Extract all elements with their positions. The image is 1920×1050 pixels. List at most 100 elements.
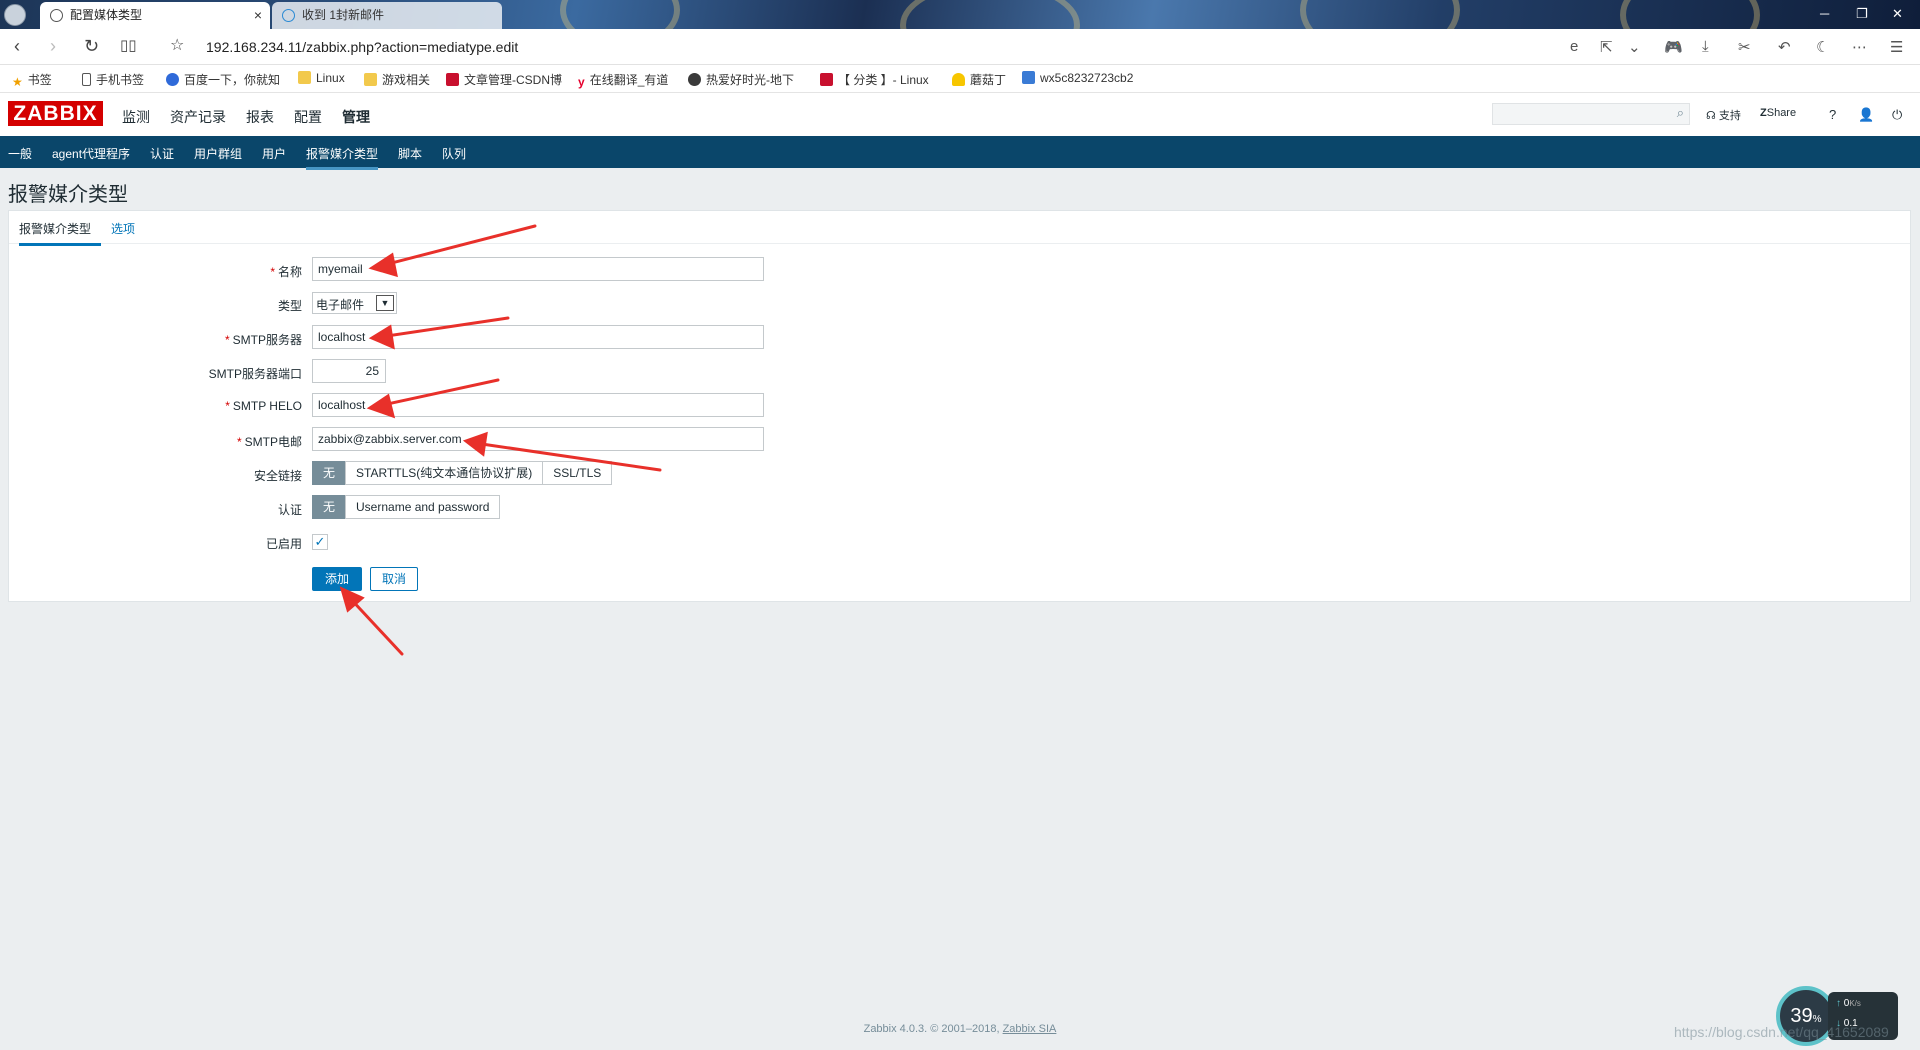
chevron-down-icon[interactable]: ⌄ bbox=[1628, 38, 1641, 56]
add-button[interactable]: 添加 bbox=[312, 567, 362, 591]
reader-icon[interactable]: ▯▯ bbox=[120, 37, 137, 55]
bookmark-item[interactable]: 游戏相关 bbox=[364, 71, 430, 88]
smtp-port-input[interactable]: 25 bbox=[312, 359, 386, 383]
subnav-scripts[interactable]: 脚本 bbox=[398, 145, 422, 162]
ie-mode-icon[interactable]: e bbox=[1570, 38, 1578, 55]
bookmark-item[interactable]: ★ 书签 bbox=[12, 71, 52, 89]
url-input[interactable]: 192.168.234.11/zabbix.php?action=mediaty… bbox=[206, 39, 518, 55]
night-mode-icon[interactable]: ☾ bbox=[1816, 38, 1829, 56]
footer: Zabbix 4.0.3. © 2001–2018, Zabbix SIA bbox=[0, 1023, 1920, 1035]
zabbix-logo[interactable]: ZABBIX bbox=[8, 101, 103, 126]
back-icon[interactable]: ‹ bbox=[14, 37, 20, 55]
bookmark-star-icon[interactable]: ☆ bbox=[170, 37, 184, 55]
smtp-email-input[interactable]: zabbix@zabbix.server.com bbox=[312, 427, 764, 451]
bookmark-item[interactable]: 文章管理-CSDN博 bbox=[446, 71, 562, 88]
bookmark-item[interactable]: 百度一下，你就知 bbox=[166, 71, 280, 88]
tab-media-type[interactable]: 报警媒介类型 bbox=[19, 220, 101, 246]
browser-tab-inactive[interactable]: 收到 1封新邮件 bbox=[272, 2, 502, 29]
security-option-ssl-tls[interactable]: SSL/TLS bbox=[542, 461, 613, 485]
page-title: 报警媒介类型 bbox=[8, 184, 128, 206]
form-tabs: 报警媒介类型 选项 bbox=[9, 211, 1910, 246]
auth-option-none[interactable]: 无 bbox=[312, 495, 347, 519]
menu-configuration[interactable]: 配置 bbox=[294, 107, 322, 127]
bookmarks-bar: ★ 书签 手机书签 百度一下，你就知 Linux 游戏相关 文章管理-CSDN博 … bbox=[0, 65, 1920, 93]
subnav-user-groups[interactable]: 用户群组 bbox=[194, 145, 242, 162]
support-link[interactable]: ☊ 支持 bbox=[1706, 107, 1741, 123]
menu-administration[interactable]: 管理 bbox=[342, 107, 370, 127]
smtp-helo-label: * SMTP HELO bbox=[225, 399, 302, 413]
footer-zabbix-sia-link[interactable]: Zabbix SIA bbox=[1003, 1023, 1057, 1035]
maximize-icon[interactable]: ❐ bbox=[1856, 6, 1868, 22]
more-icon[interactable]: ⋯ bbox=[1852, 38, 1867, 56]
star-icon: ★ bbox=[12, 75, 23, 89]
auth-segmented-control: 无 Username and password bbox=[312, 495, 501, 519]
browser-tab-strip: 配置媒体类型 × 收到 1封新邮件 ─ ❐ ✕ bbox=[0, 0, 1920, 29]
user-avatar-icon[interactable] bbox=[4, 4, 26, 26]
bookmark-item[interactable]: y 在线翻译_有道 bbox=[578, 71, 668, 89]
upload-arrow-icon: ↑ bbox=[1836, 998, 1841, 1009]
close-icon[interactable]: × bbox=[254, 2, 262, 29]
smtp-email-label: * SMTP电邮 bbox=[236, 435, 302, 449]
minimize-icon[interactable]: ─ bbox=[1820, 6, 1829, 21]
share-z-icon: Z bbox=[1760, 107, 1767, 119]
folder-icon bbox=[298, 71, 311, 84]
forward-icon[interactable]: › bbox=[50, 37, 56, 55]
smtp-server-label: * SMTP服务器 bbox=[224, 333, 302, 347]
name-input[interactable]: myemail bbox=[312, 257, 764, 281]
menu-icon[interactable]: ☰ bbox=[1890, 38, 1903, 56]
menu-reports[interactable]: 报表 bbox=[246, 107, 274, 127]
subnav-users[interactable]: 用户 bbox=[262, 145, 286, 162]
tab-options[interactable]: 选项 bbox=[111, 220, 135, 237]
scissors-icon[interactable]: ✂ bbox=[1738, 38, 1751, 56]
cancel-button[interactable]: 取消 bbox=[370, 567, 418, 591]
zabbix-header: ZABBIX 监测 资产记录 报表 配置 管理 ⌕ ☊ 支持 ZShare ? … bbox=[0, 93, 1920, 136]
arrow-to-add-button bbox=[346, 594, 404, 656]
bookmark-item[interactable]: wx5c8232723cb2 bbox=[1022, 71, 1133, 85]
subnav-proxies[interactable]: agent代理程序 bbox=[52, 145, 130, 162]
checkmark-icon: ✓ bbox=[314, 534, 326, 549]
csdn-icon bbox=[820, 73, 833, 86]
bookmark-item[interactable]: 手机书签 bbox=[82, 71, 144, 88]
help-icon[interactable]: ? bbox=[1829, 107, 1836, 122]
menu-inventory[interactable]: 资产记录 bbox=[170, 107, 226, 127]
security-option-starttls[interactable]: STARTTLS(纯文本通信协议扩展) bbox=[345, 461, 544, 485]
subnav-queue[interactable]: 队列 bbox=[442, 145, 466, 162]
share-page-icon[interactable]: ⇱ bbox=[1600, 38, 1613, 56]
window-close-icon[interactable]: ✕ bbox=[1892, 6, 1903, 22]
upload-speed: ↑ 0K/s bbox=[1836, 998, 1861, 1009]
subnav-authentication[interactable]: 认证 bbox=[150, 145, 174, 162]
share-link[interactable]: ZShare bbox=[1760, 107, 1796, 119]
subnav-general[interactable]: 一般 bbox=[8, 145, 32, 162]
folder-icon bbox=[364, 73, 377, 86]
security-option-none[interactable]: 无 bbox=[312, 461, 347, 485]
address-bar: ‹ › ↻ ▯▯ ☆ 192.168.234.11/zabbix.php?act… bbox=[0, 29, 1920, 65]
auth-option-username-password[interactable]: Username and password bbox=[345, 495, 501, 519]
bookmark-item[interactable]: 热爱好时光-地下 bbox=[688, 71, 794, 88]
menu-monitoring[interactable]: 监测 bbox=[122, 107, 150, 127]
name-label: * 名称 bbox=[270, 265, 302, 279]
browser-tab-active[interactable]: 配置媒体类型 × bbox=[40, 2, 270, 29]
smtp-server-input[interactable]: localhost bbox=[312, 325, 764, 349]
bookmark-item[interactable]: 【 分类 】- Linux bbox=[820, 71, 929, 88]
site-icon bbox=[688, 73, 701, 86]
subnav-media-types[interactable]: 报警媒介类型 bbox=[306, 145, 379, 170]
global-search-input[interactable]: ⌕ bbox=[1492, 103, 1690, 125]
bookmark-item[interactable]: 蘑菇丁 bbox=[952, 71, 1006, 88]
reload-icon[interactable]: ↻ bbox=[84, 37, 99, 55]
form-container: 报警媒介类型 选项 * 名称 myemail 类型 电子邮件 ▼ * SMTP服务器… bbox=[8, 210, 1911, 602]
enabled-checkbox[interactable]: ✓ bbox=[312, 534, 328, 550]
search-icon[interactable]: ⌕ bbox=[1677, 105, 1684, 121]
type-select[interactable]: 电子邮件 ▼ bbox=[312, 292, 397, 314]
gamepad-icon[interactable]: 🎮 bbox=[1664, 38, 1683, 56]
chevron-down-icon: ▼ bbox=[376, 295, 394, 311]
bookmark-item[interactable]: Linux bbox=[298, 71, 345, 85]
user-profile-icon[interactable]: 👤 bbox=[1858, 107, 1874, 123]
mail-icon bbox=[282, 9, 295, 22]
sign-out-icon[interactable]: ⏻ bbox=[1892, 107, 1902, 123]
download-icon[interactable]: ⤓ bbox=[1702, 38, 1709, 55]
footer-copyright: Zabbix 4.0.3. © 2001–2018, bbox=[863, 1023, 1003, 1035]
headset-icon: ☊ bbox=[1706, 110, 1716, 122]
smtp-helo-input[interactable]: localhost bbox=[312, 393, 764, 417]
undo-icon[interactable]: ↶ bbox=[1778, 38, 1791, 56]
watermark-text: https://blog.csdn.net/qq_41652089 bbox=[1674, 1024, 1889, 1040]
